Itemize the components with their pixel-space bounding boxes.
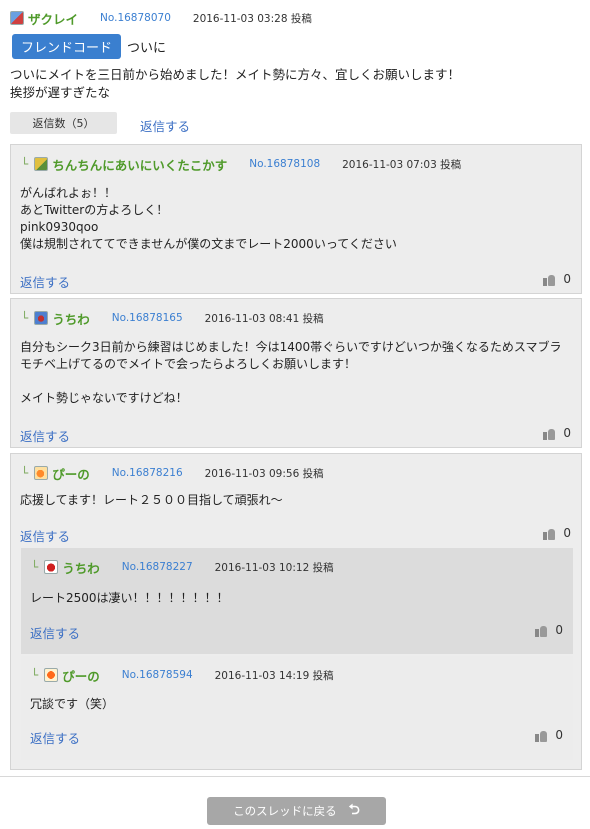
reply-header: └ うちわ No.16878165 2016-11-03 08:41 投稿 <box>21 309 324 327</box>
reply-number[interactable]: No.16878227 <box>122 561 193 573</box>
reply-body: 自分もシーク3日前から練習はじめました！今は1400帯ぐらいですけどいつか強くな… <box>20 340 562 405</box>
post-number[interactable]: No.16878070 <box>100 12 171 24</box>
reply-count-button[interactable]: 返信数（5） <box>10 112 117 134</box>
user-avatar-icon[interactable] <box>34 466 49 480</box>
reply-link[interactable]: 返信する <box>20 426 70 445</box>
reply-username[interactable]: ぴーの <box>52 464 90 483</box>
like-button[interactable]: 0 <box>543 526 571 540</box>
reply-date: 2016-11-03 14:19 投稿 <box>214 669 334 682</box>
thumbs-up-icon <box>543 527 556 540</box>
like-count: 0 <box>563 426 571 440</box>
like-button[interactable]: 0 <box>535 728 563 742</box>
thumbs-up-icon <box>535 729 548 742</box>
post-username[interactable]: ザクレイ <box>28 9 78 28</box>
reply-date: 2016-11-03 10:12 投稿 <box>214 561 334 574</box>
reply-card: └ うちわ No.16878165 2016-11-03 08:41 投稿 自分… <box>10 298 582 448</box>
reply-header: └ うちわ No.16878227 2016-11-03 10:12 投稿 <box>31 558 334 576</box>
post-date: 2016-11-03 03:28 投稿 <box>192 12 312 25</box>
user-avatar-icon[interactable] <box>34 311 49 325</box>
nested-reply-card: └ ぴーの No.16878594 2016-11-03 14:19 投稿 冗談… <box>21 656 573 760</box>
reply-username[interactable]: ちんちんにあいにいくたこかす <box>52 155 227 174</box>
reply-arrow-icon: └ <box>21 157 29 171</box>
reply-username[interactable]: うちわ <box>62 558 100 577</box>
footer-divider <box>0 776 590 777</box>
user-avatar-icon[interactable] <box>44 668 59 682</box>
post-title-row: フレンドコード ついに <box>12 34 166 59</box>
reply-card: └ ぴーの No.16878216 2016-11-03 09:56 投稿 応援… <box>10 453 582 770</box>
thumbs-up-icon <box>543 427 556 440</box>
reply-username[interactable]: ぴーの <box>62 666 100 685</box>
back-to-thread-button[interactable]: このスレッドに戻る ⮌ <box>207 797 386 825</box>
like-count: 0 <box>555 728 563 742</box>
reply-link[interactable]: 返信する <box>30 623 80 642</box>
reply-number[interactable]: No.16878594 <box>122 669 193 681</box>
thumbs-up-icon <box>535 624 548 637</box>
reply-number[interactable]: No.16878216 <box>112 467 183 479</box>
reply-username[interactable]: うちわ <box>52 309 90 328</box>
reply-arrow-icon: └ <box>21 311 29 325</box>
reply-date: 2016-11-03 07:03 投稿 <box>342 158 462 171</box>
like-count: 0 <box>555 623 563 637</box>
friend-code-badge[interactable]: フレンドコード <box>12 34 122 59</box>
reply-link[interactable]: 返信する <box>30 728 80 747</box>
like-button[interactable]: 0 <box>535 623 563 637</box>
reply-date: 2016-11-03 09:56 投稿 <box>204 467 324 480</box>
reply-body: 冗談です（笑） <box>30 697 115 711</box>
post-title: ついに <box>127 41 167 56</box>
like-button[interactable]: 0 <box>543 272 571 286</box>
user-avatar-icon[interactable] <box>44 560 59 574</box>
back-to-thread-label: このスレッドに戻る <box>233 804 337 818</box>
reply-link[interactable]: 返信する <box>20 272 70 291</box>
reply-header: └ ぴーの No.16878594 2016-11-03 14:19 投稿 <box>31 666 334 684</box>
reply-arrow-icon: └ <box>21 466 29 480</box>
reply-link[interactable]: 返信する <box>20 526 70 545</box>
like-button[interactable]: 0 <box>543 426 571 440</box>
thumbs-up-icon <box>543 273 556 286</box>
reply-date: 2016-11-03 08:41 投稿 <box>204 312 324 325</box>
post-header: ザクレイ No.16878070 2016-11-03 03:28 投稿 <box>10 8 312 28</box>
post-body: ついにメイトを三日前から始めました！メイト勢に方々、宜しくお願いします！ 挨拶が… <box>10 67 461 100</box>
reply-number[interactable]: No.16878165 <box>112 312 183 324</box>
reply-body: がんばれよぉ！！ あとTwitterの方よろしく！ pink0930qoo 僕は… <box>20 186 397 251</box>
reply-header: └ ぴーの No.16878216 2016-11-03 09:56 投稿 <box>21 464 324 482</box>
reply-body: レート2500は凄い！！！！！！！！ <box>30 591 229 605</box>
like-count: 0 <box>563 526 571 540</box>
user-avatar-icon[interactable] <box>10 11 24 25</box>
like-count: 0 <box>563 272 571 286</box>
reply-arrow-icon: └ <box>31 668 39 682</box>
reply-body: 応援してます！レート２５００目指して頑張れ〜 <box>20 493 283 507</box>
reply-header: └ ちんちんにあいにいくたこかす No.16878108 2016-11-03 … <box>21 155 461 173</box>
reply-number[interactable]: No.16878108 <box>249 158 320 170</box>
reply-card: └ ちんちんにあいにいくたこかす No.16878108 2016-11-03 … <box>10 144 582 294</box>
user-avatar-icon[interactable] <box>34 157 49 171</box>
nested-reply-card: └ うちわ No.16878227 2016-11-03 10:12 投稿 レー… <box>21 548 573 654</box>
reply-arrow-icon: └ <box>31 560 39 574</box>
return-arrow-icon: ⮌ <box>348 802 360 818</box>
reply-link[interactable]: 返信する <box>140 116 190 135</box>
